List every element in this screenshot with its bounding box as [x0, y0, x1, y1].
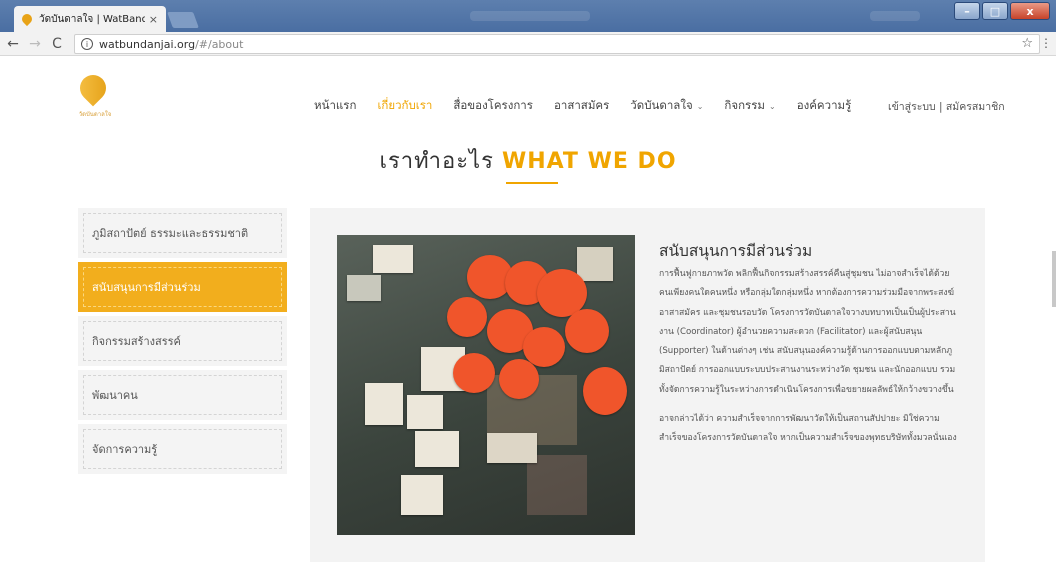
browser-titlebar: วัดบันดาลใจ | WatBandanj × – □ x [0, 0, 1056, 32]
nav-label: เกี่ยวกับเรา [377, 98, 433, 112]
nav-label: สื่อของโครงการ [453, 98, 533, 112]
page-scrollbar[interactable] [1052, 251, 1056, 307]
main-nav: หน้าแรก เกี่ยวกับเรา สื่อของโครงการ อาสา… [314, 97, 872, 115]
address-bar[interactable]: i watbundanjai.org/#/about ☆ [74, 34, 1040, 54]
nav-item-home[interactable]: หน้าแรก [314, 97, 356, 115]
site-favicon-icon [19, 11, 35, 27]
nav-label: องค์ความรู้ [796, 98, 852, 112]
browser-tab[interactable]: วัดบันดาลใจ | WatBandanj × [14, 6, 166, 32]
new-tab-button[interactable] [167, 12, 199, 28]
url-host: watbundanjai.org [99, 37, 196, 51]
content-paragraph: อาจกล่าวได้ว่า ความสำเร็จจากการพัฒนาวัดใ… [659, 414, 957, 444]
nav-label: หน้าแรก [314, 98, 357, 112]
nav-item-activities[interactable]: กิจกรรม ⌄ [724, 97, 775, 115]
blurred-region [870, 11, 920, 21]
logo-caption: วัดบันดาลใจ [78, 111, 112, 118]
back-arrow-icon[interactable]: ← [4, 36, 22, 52]
site-logo[interactable] [74, 69, 112, 107]
nav-label: อาสาสมัคร [553, 98, 610, 112]
login-register-link[interactable]: เข้าสู่ระบบ | สมัครสมาชิก [888, 98, 1005, 115]
content-title: สนับสนุนการมีส่วนร่วม [659, 242, 813, 260]
blurred-region [470, 11, 590, 21]
reload-icon[interactable]: C [48, 36, 66, 52]
window-controls: – □ x [954, 2, 1050, 20]
chevron-down-icon: ⌄ [769, 102, 776, 111]
tab-title: วัดบันดาลใจ | WatBandanj [39, 13, 145, 25]
content-paragraph: การฟื้นฟูกายภาพวัด พลิกฟื้นกิจกรรมสร้างส… [659, 269, 956, 395]
sidebar-item-landscape[interactable]: ภูมิสถาปัตย์ ธรรมะและธรรมชาติ [78, 208, 287, 258]
close-window-button[interactable]: x [1010, 2, 1050, 20]
sidebar-item-label: จัดการความรู้ [83, 429, 282, 469]
kebab-menu-icon[interactable]: ⋮ [1040, 36, 1052, 50]
sidebar-item-label: ภูมิสถาปัตย์ ธรรมะและธรรมชาติ [83, 213, 282, 253]
page-title-thai: เราทำอะไร [379, 149, 494, 174]
nav-item-temples[interactable]: วัดบันดาลใจ ⌄ [630, 97, 703, 115]
content-panel: สนับสนุนการมีส่วนร่วม การฟื้นฟูกายภาพวัด… [310, 208, 985, 562]
bodhi-leaf-icon [74, 69, 112, 107]
sidebar-item-creative-activities[interactable]: กิจกรรมสร้างสรรค์ [78, 316, 287, 366]
forward-arrow-icon[interactable]: → [26, 36, 44, 52]
tab-close-icon[interactable]: × [149, 13, 158, 26]
nav-item-volunteer[interactable]: อาสาสมัคร [554, 97, 609, 115]
minimize-button[interactable]: – [954, 2, 980, 20]
sidebar-item-label: พัฒนาคน [83, 375, 282, 415]
sidebar-item-knowledge-management[interactable]: จัดการความรู้ [78, 424, 287, 474]
browser-toolbar: ← → C i watbundanjai.org/#/about ☆ ⋮ [0, 32, 1056, 56]
sidebar-item-participation[interactable]: สนับสนุนการมีส่วนร่วม [78, 262, 287, 312]
nav-label: กิจกรรม [724, 98, 765, 112]
content-body: การฟื้นฟูกายภาพวัด พลิกฟื้นกิจกรรมสร้างส… [659, 265, 959, 449]
nav-item-about[interactable]: เกี่ยวกับเรา [377, 97, 432, 115]
maximize-button[interactable]: □ [982, 2, 1008, 20]
sidebar-item-label: กิจกรรมสร้างสรรค์ [83, 321, 282, 361]
nav-item-media[interactable]: สื่อของโครงการ [453, 97, 533, 115]
nav-item-knowledge[interactable]: องค์ความรู้ [797, 97, 852, 115]
page-title-english: WHAT WE DO [501, 149, 677, 174]
workshop-photo [337, 235, 635, 535]
nav-label: วัดบันดาลใจ [630, 98, 693, 112]
url-path: /#/about [195, 37, 244, 51]
sidebar-item-label: สนับสนุนการมีส่วนร่วม [83, 267, 282, 307]
site-header: วัดบันดาลใจ หน้าแรก เกี่ยวกับเรา สื่อของ… [0, 57, 1056, 152]
chevron-down-icon: ⌄ [696, 102, 704, 111]
info-icon[interactable]: i [81, 38, 93, 50]
page-title: เราทำอะไร WHAT WE DO [0, 143, 1056, 178]
sidebar-item-people-development[interactable]: พัฒนาคน [78, 370, 287, 420]
title-underline [506, 182, 558, 184]
star-icon[interactable]: ☆ [1021, 36, 1033, 51]
topic-sidebar: ภูมิสถาปัตย์ ธรรมะและธรรมชาติ สนับสนุนกา… [78, 208, 287, 478]
